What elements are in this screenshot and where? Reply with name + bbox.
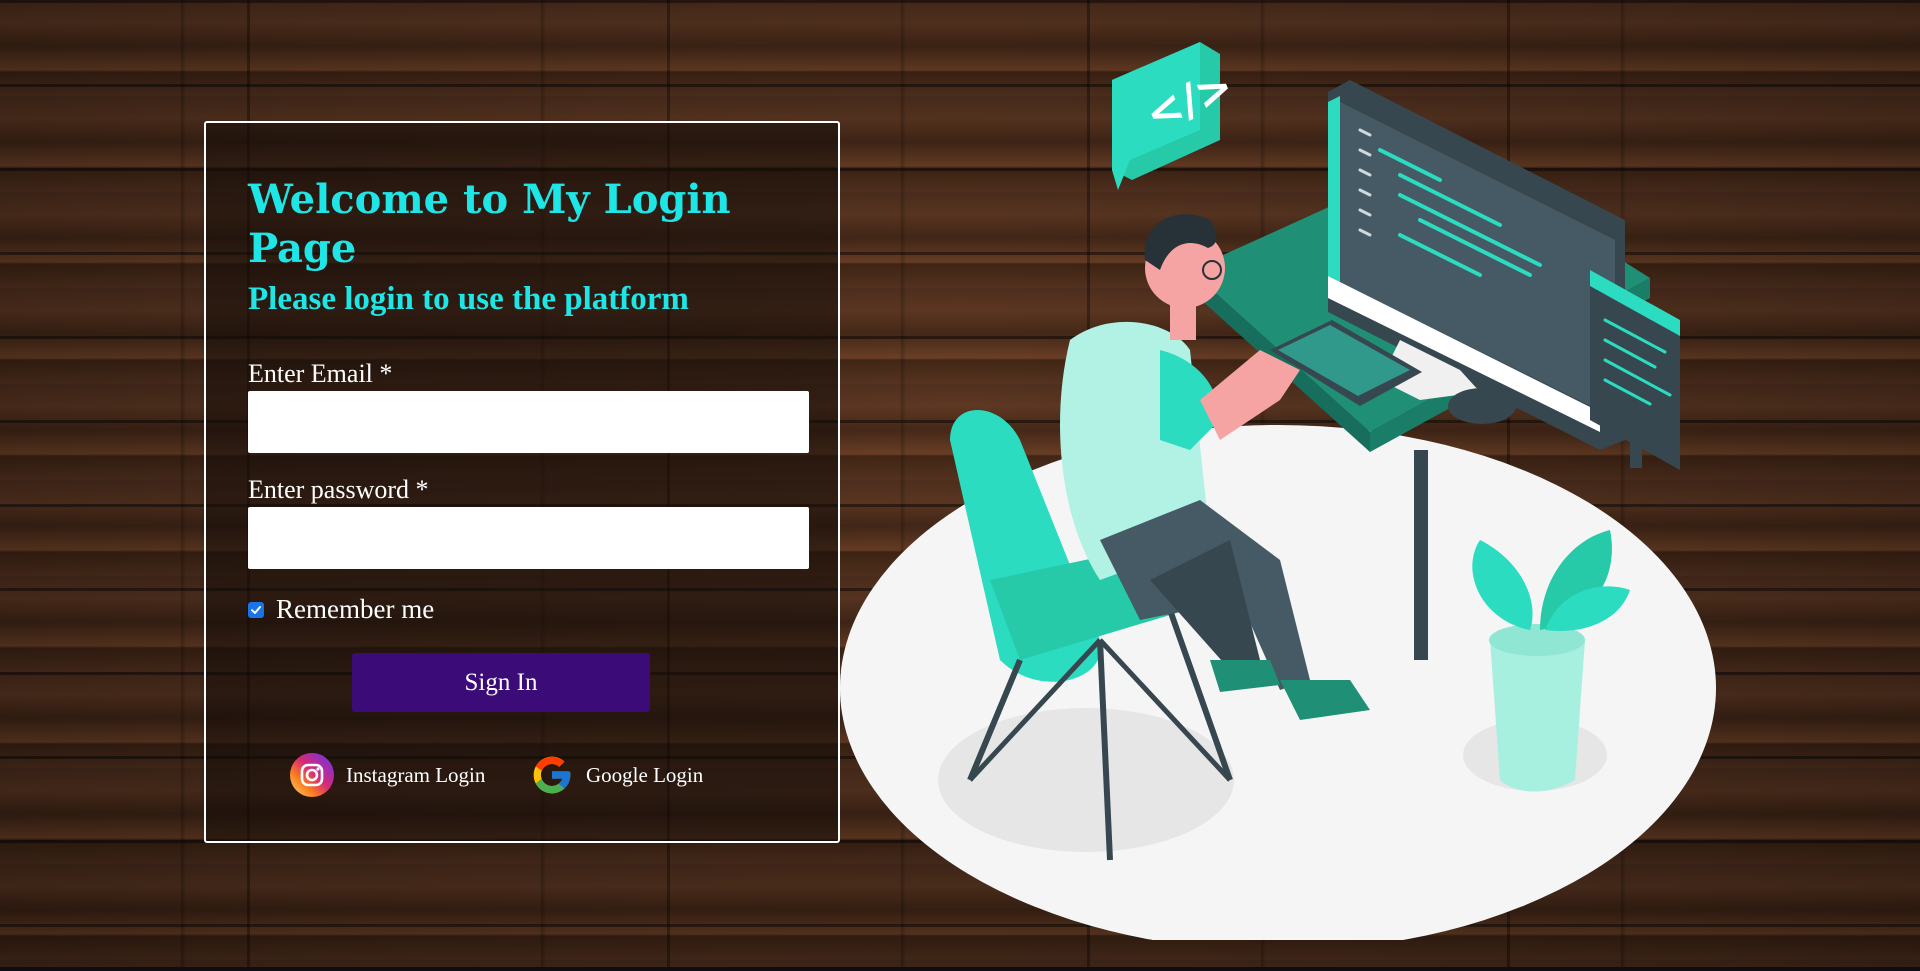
instagram-login-button[interactable]: Instagram Login (290, 753, 485, 797)
google-icon (533, 756, 571, 794)
mouse (1448, 388, 1516, 424)
checkmark-icon (251, 605, 261, 614)
login-card: Welcome to My Login Page Please login to… (204, 121, 840, 843)
password-label: Enter password * (248, 475, 429, 504)
page-subtitle: Please login to use the platform (248, 281, 689, 317)
instagram-login-label: Instagram Login (346, 762, 486, 787)
bottom-border (0, 967, 1920, 971)
sign-in-button[interactable]: Sign In (352, 653, 650, 712)
google-login-button[interactable]: Google Login (530, 753, 703, 797)
page-title: Welcome to My Login Page (248, 176, 731, 272)
chair-shadow (938, 708, 1234, 852)
developer-illustration: </> (840, 42, 1716, 940)
remember-me-label: Remember me (276, 594, 435, 624)
password-field[interactable] (248, 507, 809, 569)
page-background: Welcome to My Login Page Please login to… (0, 0, 1920, 971)
google-login-label: Google Login (586, 762, 704, 787)
code-bubble-icon: </> (1112, 42, 1241, 190)
email-label: Enter Email * (248, 359, 393, 388)
remember-me-row: Remember me (248, 594, 434, 625)
remember-me-checkbox[interactable] (248, 601, 264, 618)
instagram-icon (290, 753, 334, 797)
email-field[interactable] (248, 391, 809, 453)
